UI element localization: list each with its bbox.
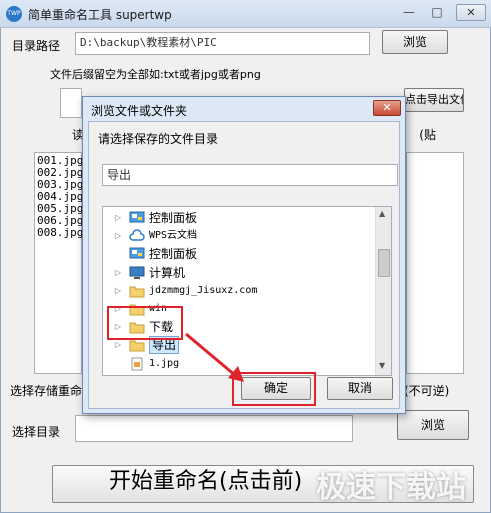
maximize-button[interactable]: □ (424, 4, 450, 21)
irreversible-note: (不可逆) (404, 384, 450, 398)
save-label-partial: 选择存储重命 (10, 384, 82, 398)
expand-arrow-icon[interactable]: ▷ (113, 227, 123, 245)
dialog-title: 浏览文件或文件夹 (91, 104, 188, 118)
cloud-icon (129, 229, 145, 243)
dialog-title-bar: 浏览文件或文件夹 ✕ (83, 97, 405, 121)
computer-icon (129, 266, 145, 280)
app-icon: TWP (6, 6, 22, 22)
file-list[interactable]: 001.jpg 002.jpg 003.jpg 004.jpg 005.jpg … (34, 152, 83, 374)
title-bar: TWP 简单重命名工具 supertwp — □ ✕ (0, 0, 491, 28)
ext-input[interactable] (60, 88, 82, 118)
folder-icon (129, 284, 145, 298)
tree-item[interactable]: 控制面板 (103, 245, 375, 263)
dir-label: 目录路径 (12, 39, 61, 53)
tree-item-label: WPS云文档 (149, 230, 198, 242)
control-panel-icon (129, 211, 145, 225)
list-item[interactable]: 008.jpg (37, 227, 83, 239)
scroll-thumb[interactable] (378, 249, 390, 277)
red-arrow-icon (185, 332, 244, 382)
scroll-down-icon[interactable]: ▼ (379, 361, 385, 370)
browse-button[interactable]: 浏览 (382, 30, 448, 54)
image-file-icon (129, 357, 145, 371)
dialog-close-button[interactable]: ✕ (373, 100, 401, 116)
tree-item[interactable]: ▷ 控制面板 (103, 209, 375, 227)
export-excel-button[interactable]: 点击导出文件名到excel处理 (404, 88, 464, 112)
tree-item[interactable]: ▷ jdzmmgj_Jisuxz.com (103, 282, 375, 300)
tree-item[interactable]: ▷ WPS云文档 (103, 227, 375, 245)
choose-dir-label: 选择目录 (12, 425, 61, 439)
scroll-up-icon[interactable]: ▲ (379, 209, 385, 218)
tree-item-label: 控制面板 (149, 211, 198, 225)
expand-arrow-icon[interactable]: ▷ (113, 209, 123, 227)
tree-scrollbar[interactable]: ▲ ▼ (375, 207, 391, 375)
browse-dir-button[interactable]: 浏览 (397, 410, 469, 440)
expand-arrow-icon[interactable]: ▷ (113, 264, 123, 282)
tree-item[interactable]: ▷ 计算机 (103, 264, 375, 282)
choose-dir-input[interactable] (75, 415, 353, 442)
export-excel-label: 点击导出文件名到excel处理 (405, 93, 463, 106)
control-panel-icon (129, 247, 145, 261)
dir-path-input[interactable]: D:\backup\教程素材\PIC (75, 32, 370, 55)
cancel-button[interactable]: 取消 (327, 377, 393, 400)
expand-arrow-icon[interactable]: ▷ (113, 282, 123, 300)
paste-hint-partial: 贴) (419, 128, 436, 142)
watermark-text: 极速下载站 (316, 470, 466, 505)
close-button[interactable]: ✕ (456, 4, 486, 21)
tree-item-label: 控制面板 (149, 247, 198, 262)
folder-name-input[interactable]: 导出 (102, 164, 398, 186)
minimize-button[interactable]: — (396, 4, 422, 21)
folder-icon (129, 338, 145, 352)
tree-item-label: jdzmmgj_Jisuxz.com (149, 284, 258, 296)
window-title: 简单重命名工具 supertwp (28, 8, 172, 22)
result-list[interactable] (406, 152, 464, 374)
ext-hint: 文件后缀留空为全部如:txt或者jpg或者png (50, 68, 261, 81)
dialog-prompt: 请选择保存的文件目录 (98, 132, 219, 146)
tree-item-label: 计算机 (149, 265, 186, 280)
